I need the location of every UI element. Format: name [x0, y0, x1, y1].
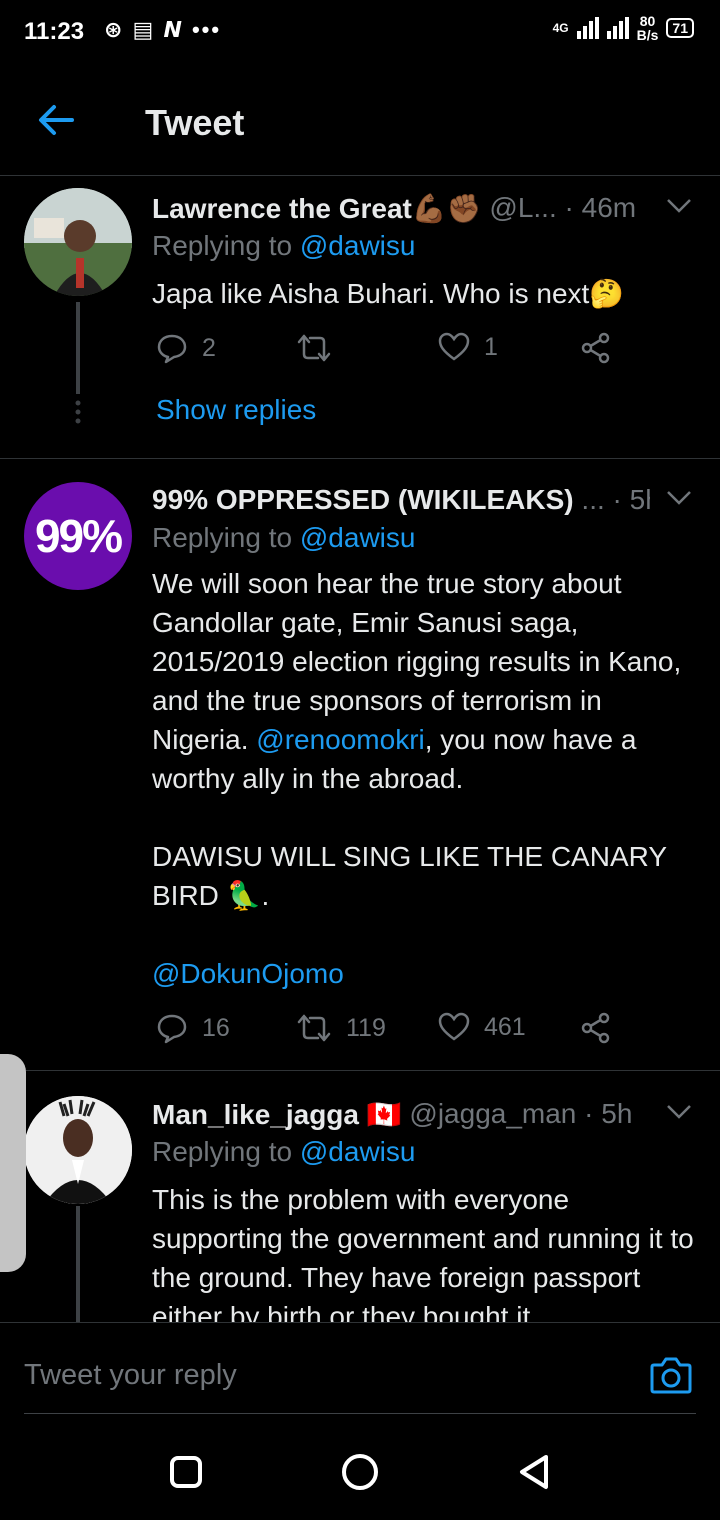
author-name[interactable]: Lawrence the Great💪🏾✊🏾 [152, 192, 482, 225]
tweet-reply-3[interactable]: Man_like_jagga 🇨🇦 @jagga_man · 5h Replyi… [0, 1094, 720, 1322]
retweet-count: 119 [346, 1013, 386, 1042]
divider [0, 1070, 720, 1071]
show-replies-link[interactable]: Show replies [156, 394, 316, 426]
tweet-text: Japa like Aisha Buhari. Who is next🤔 [152, 278, 625, 309]
retweet-button[interactable]: 119 [296, 1012, 386, 1044]
network-speed: 80 B/s [636, 13, 659, 43]
tweet-reply-1[interactable]: Lawrence the Great💪🏾✊🏾 @L... · 46m Reply… [0, 188, 720, 458]
reply-composer: Tweet your reply [0, 1322, 720, 1418]
recent-apps-icon[interactable] [166, 1452, 206, 1492]
author-name[interactable]: Man_like_jagga 🇨🇦 [152, 1098, 402, 1131]
author-handle[interactable]: @jagga_man [409, 1098, 576, 1130]
mention-link[interactable]: @renoomokri [256, 724, 424, 755]
edge-panel-handle[interactable] [0, 1054, 26, 1272]
reply-count: 2 [202, 333, 216, 362]
reply-icon [157, 334, 187, 364]
share-icon [581, 332, 610, 364]
like-count: 461 [484, 1012, 526, 1041]
author-handle[interactable]: @L... [489, 192, 556, 224]
share-button[interactable] [580, 1012, 612, 1044]
divider [0, 458, 720, 459]
chevron-down-icon[interactable] [666, 488, 692, 508]
replying-mention[interactable]: @dawisu [300, 522, 416, 553]
thread-dots-icon [75, 400, 81, 424]
camera-icon[interactable] [650, 1355, 692, 1395]
status-right: 4G 80 B/s 71 [553, 14, 694, 42]
replying-to: Replying to @dawisu [152, 230, 416, 261]
avatar-text: 99% [34, 510, 123, 562]
heart-icon [438, 1012, 470, 1041]
reply-button[interactable]: 2 [156, 332, 216, 364]
mention-link[interactable]: @DokunOjomo [152, 958, 344, 989]
reply-count: 16 [202, 1013, 230, 1042]
chevron-down-icon[interactable] [666, 1102, 692, 1122]
signal-icon [576, 17, 599, 39]
chevron-down-icon[interactable] [666, 196, 692, 216]
replying-mention[interactable]: @dawisu [300, 1136, 416, 1167]
tweet-reply-2[interactable]: 99% 99% OPPRESSED (WIKILEAKS) ... · 5h R… [0, 480, 720, 1068]
author-name[interactable]: 99% OPPRESSED (WIKILEAKS) [152, 484, 574, 516]
author-handle[interactable]: ... [581, 484, 604, 516]
status-time: 11:23 [24, 18, 85, 45]
tweet-header: Lawrence the Great💪🏾✊🏾 @L... · 46m [152, 188, 650, 228]
tweet-time: · 5h [584, 1098, 633, 1129]
tweet-header: 99% OPPRESSED (WIKILEAKS) ... · 5h [152, 480, 650, 520]
page-title: Tweet [145, 102, 245, 143]
reply-button[interactable]: 16 [156, 1012, 230, 1044]
replying-to: Replying to @dawisu [152, 1136, 416, 1167]
like-count: 1 [484, 332, 498, 361]
tweet-text: We will soon hear the true story about G… [152, 568, 690, 989]
retweet-icon [297, 334, 331, 362]
notification-icons: ⊛ ▤ 𝙉 ••• [104, 17, 222, 42]
like-button[interactable]: 1 [438, 332, 498, 362]
app-bar: Tweet [0, 66, 720, 176]
signal-icon-2 [606, 17, 629, 39]
back-arrow-icon[interactable] [36, 100, 76, 140]
tweet-actions: 16 119 461 [156, 1012, 626, 1052]
like-button[interactable]: 461 [438, 1012, 526, 1042]
thread-line [76, 302, 80, 394]
avatar[interactable] [24, 1096, 132, 1204]
replying-mention[interactable]: @dawisu [300, 230, 416, 261]
battery-icon: 71 [666, 18, 694, 38]
retweet-icon [297, 1014, 331, 1042]
network-type: 4G [552, 21, 569, 35]
reply-underline [24, 1413, 696, 1414]
avatar-photo-icon [24, 1096, 132, 1204]
retweet-button[interactable] [296, 332, 332, 364]
avatar[interactable]: 99% [24, 482, 132, 590]
replying-to: Replying to @dawisu [152, 522, 416, 553]
tweet-header: Man_like_jagga 🇨🇦 @jagga_man · 5h [152, 1094, 650, 1134]
reply-icon [157, 1014, 187, 1044]
share-icon [581, 1012, 610, 1044]
tweet-time: · 46m [564, 192, 637, 223]
avatar-photo-icon [24, 188, 132, 296]
back-icon[interactable] [514, 1452, 554, 1492]
thread-line [76, 1206, 80, 1322]
system-nav-bar [0, 1418, 720, 1520]
avatar[interactable] [24, 188, 132, 296]
status-bar: 11:23 ⊛ ▤ 𝙉 ••• 4G 80 B/s 71 [0, 0, 720, 66]
heart-icon [438, 332, 470, 361]
share-button[interactable] [580, 332, 612, 364]
tweet-time: · 5h [612, 484, 650, 515]
reply-input[interactable]: Tweet your reply [24, 1359, 237, 1392]
tweet-text: This is the problem with everyone suppor… [152, 1184, 702, 1322]
tweet-actions: 2 1 [156, 332, 626, 372]
home-icon[interactable] [340, 1452, 380, 1492]
